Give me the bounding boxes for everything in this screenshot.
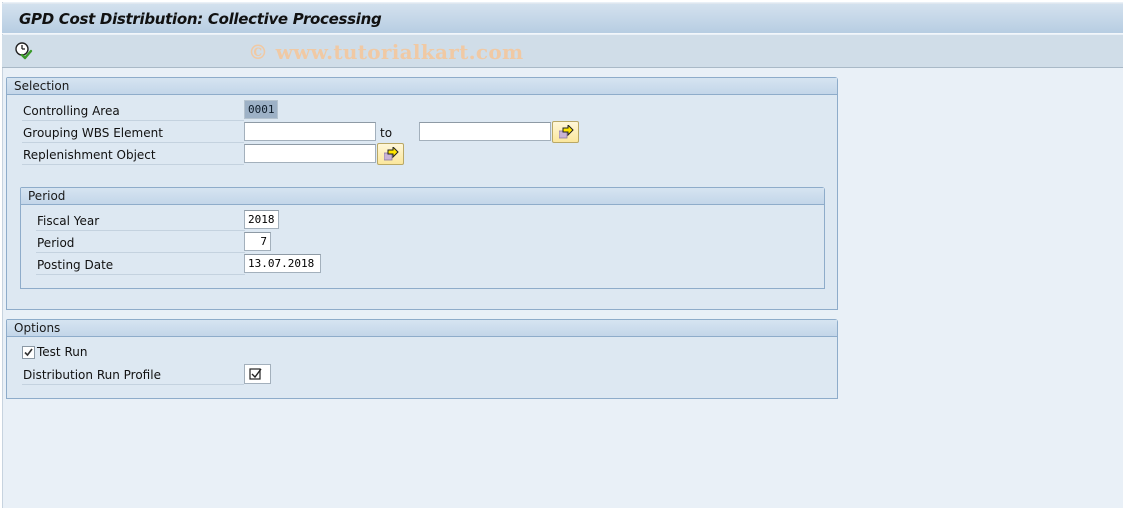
watermark-text: © www.tutorialkart.com [248,40,524,64]
test-run-label: Test Run [37,345,88,359]
period-field[interactable]: 7 [244,232,271,251]
selection-group-header: Selection [7,78,837,95]
period-group-header: Period [21,188,824,205]
range-to-label: to [380,126,393,140]
multiple-selection-arrow-icon [384,147,399,161]
page-title: GPD Cost Distribution: Collective Proces… [19,10,382,28]
controlling-area-row: Controlling Area 0001 [7,100,837,122]
posting-date-field[interactable]: 13.07.2018 [244,254,321,273]
posting-date-label: Posting Date [36,256,245,275]
options-group-header: Options [7,320,837,337]
fiscal-year-field[interactable]: 2018 [244,210,279,229]
options-group: Options Test Run Distribution Run Profil… [6,319,838,399]
posting-date-row: Posting Date 13.07.2018 [21,254,824,276]
distribution-run-profile-row: Distribution Run Profile [7,364,837,386]
checkmark-icon [24,348,33,357]
application-toolbar: © www.tutorialkart.com [2,35,1123,68]
grouping-wbs-from-field[interactable] [244,122,376,141]
replenishment-object-row: Replenishment Object [7,143,837,166]
fiscal-year-row: Fiscal Year 2018 [21,210,824,232]
grouping-wbs-multiple-selection-button[interactable] [552,121,579,143]
selection-group: Selection Controlling Area 0001 Grouping… [6,77,838,310]
distribution-run-profile-field[interactable] [244,364,271,384]
execute-clock-check-icon [15,42,33,60]
checkbox-value-icon [249,368,262,380]
period-group: Period Fiscal Year 2018 Period 7 Posting… [20,187,825,289]
fiscal-year-label: Fiscal Year [36,212,245,231]
grouping-wbs-row: Grouping WBS Element to [7,121,837,144]
controlling-area-field[interactable]: 0001 [244,100,278,119]
grouping-wbs-label: Grouping WBS Element [22,124,244,143]
test-run-checkbox[interactable] [22,346,35,359]
period-row: Period 7 [21,232,824,254]
replenishment-object-field[interactable] [244,144,376,163]
distribution-run-profile-label: Distribution Run Profile [22,366,244,385]
multiple-selection-arrow-icon [559,125,574,139]
controlling-area-label: Controlling Area [22,102,244,121]
replenishment-multiple-selection-button[interactable] [377,143,404,165]
replenishment-object-label: Replenishment Object [22,146,244,165]
period-label: Period [36,234,245,253]
grouping-wbs-to-field[interactable] [419,122,551,141]
execute-button[interactable] [14,41,34,61]
title-bar: GPD Cost Distribution: Collective Proces… [2,3,1123,34]
